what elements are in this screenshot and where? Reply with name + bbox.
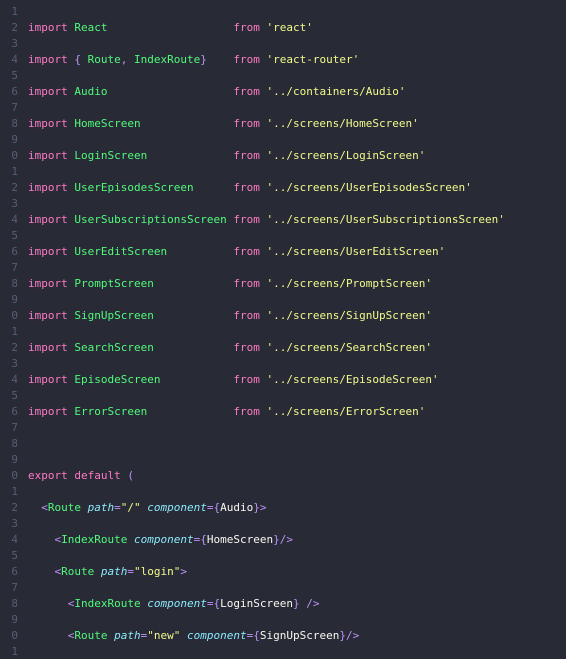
line-number: 6 [0,244,18,260]
code-line: import PromptScreen from '../screens/Pro… [28,276,566,292]
code-line: import ErrorScreen from '../screens/Erro… [28,404,566,420]
code-line: <IndexRoute component={LoginScreen} /> [28,596,566,612]
line-number: 9 [0,132,18,148]
line-number: 1 [0,4,18,20]
code-line: <Route path="login"> [28,564,566,580]
line-number: 2 [0,340,18,356]
line-number: 0 [0,468,18,484]
line-number: 0 [0,308,18,324]
line-number: 5 [0,68,18,84]
line-number: 9 [0,452,18,468]
line-number: 8 [0,436,18,452]
code-line: import LoginScreen from '../screens/Logi… [28,148,566,164]
line-number: 4 [0,212,18,228]
line-number: 6 [0,404,18,420]
line-number: 7 [0,420,18,436]
code-line: <Route path="/" component={Audio}> [28,500,566,516]
line-number: 2 [0,180,18,196]
line-number: 9 [0,612,18,628]
line-number: 4 [0,372,18,388]
line-number-gutter: 1234567890123456789012345678901234567890… [0,0,22,659]
line-number: 0 [0,148,18,164]
line-number: 1 [0,644,18,659]
code-line [28,436,566,452]
code-line: import Audio from '../containers/Audio' [28,84,566,100]
code-line: import SearchScreen from '../screens/Sea… [28,340,566,356]
line-number: 3 [0,36,18,52]
code-line: import UserEpisodesScreen from '../scree… [28,180,566,196]
code-line: import UserEditScreen from '../screens/U… [28,244,566,260]
line-number: 5 [0,228,18,244]
line-number: 5 [0,388,18,404]
code-line: import HomeScreen from '../screens/HomeS… [28,116,566,132]
line-number: 9 [0,292,18,308]
line-number: 4 [0,532,18,548]
line-number: 2 [0,20,18,36]
line-number: 6 [0,84,18,100]
line-number: 8 [0,116,18,132]
line-number: 6 [0,564,18,580]
code-line: import React from 'react' [28,20,566,36]
code-line: import SignUpScreen from '../screens/Sig… [28,308,566,324]
line-number: 4 [0,52,18,68]
code-editor: 1234567890123456789012345678901234567890… [0,0,566,659]
code-line: import EpisodeScreen from '../screens/Ep… [28,372,566,388]
line-number: 3 [0,356,18,372]
code-line: import UserSubscriptionsScreen from '../… [28,212,566,228]
code-content: import React from 'react' import { Route… [22,0,566,659]
line-number: 7 [0,100,18,116]
code-line: <Route path="new" component={SignUpScree… [28,628,566,644]
line-number: 8 [0,276,18,292]
line-number: 0 [0,628,18,644]
code-line: import { Route, IndexRoute} from 'react-… [28,52,566,68]
line-number: 3 [0,196,18,212]
line-number: 2 [0,500,18,516]
line-number: 5 [0,548,18,564]
line-number: 3 [0,516,18,532]
line-number: 7 [0,580,18,596]
line-number: 8 [0,596,18,612]
line-number: 1 [0,484,18,500]
code-line: <IndexRoute component={HomeScreen}/> [28,532,566,548]
code-line: export default ( [28,468,566,484]
line-number: 1 [0,324,18,340]
line-number: 1 [0,164,18,180]
line-number: 7 [0,260,18,276]
